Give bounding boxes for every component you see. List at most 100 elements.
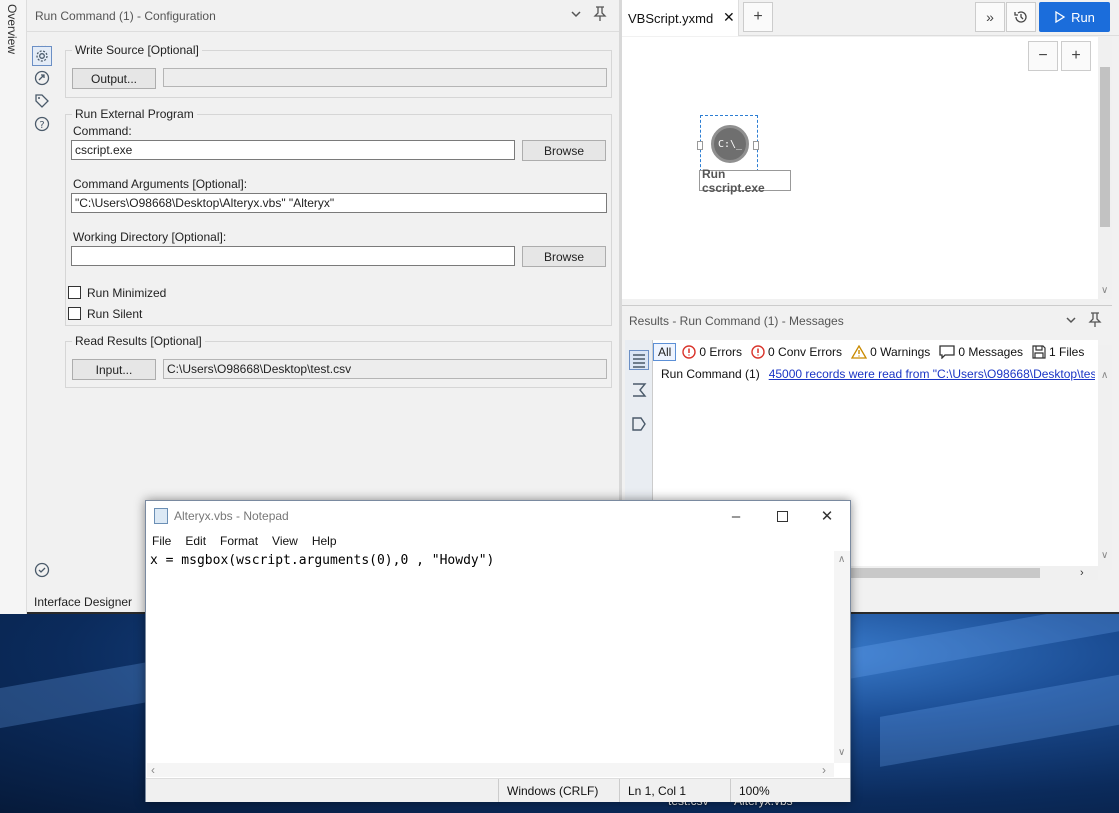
notepad-menubar: File Edit Format View Help (146, 531, 850, 551)
input-anchor[interactable] (697, 141, 703, 150)
close-icon[interactable]: ✕ (723, 9, 735, 26)
chevron-down-icon[interactable]: ∨ (1101, 550, 1108, 561)
connection-icon[interactable] (33, 69, 51, 87)
notepad-title: Alteryx.vbs - Notepad (174, 509, 289, 523)
working-dir-browse-button[interactable]: Browse (522, 246, 606, 267)
label-icon[interactable] (629, 414, 649, 434)
minimize-icon[interactable]: – (726, 506, 746, 526)
menu-edit[interactable]: Edit (185, 534, 206, 548)
tool-caption[interactable]: Run cscript.exe (699, 167, 791, 195)
results-row[interactable]: Run Command (1) 45000 records were read … (655, 365, 1095, 383)
close-icon[interactable]: ✕ (817, 506, 837, 526)
workflow-tabbar: VBScript.yxmd ✕ + » Run (622, 0, 1119, 36)
tab-vbscript-yxmd[interactable]: VBScript.yxmd (622, 0, 739, 36)
notepad-file-icon (154, 508, 168, 524)
plus-icon: + (1071, 47, 1081, 64)
write-source-legend: Write Source [Optional] (72, 43, 202, 57)
output-path-field[interactable] (163, 68, 607, 87)
history-icon (1014, 11, 1027, 23)
add-tab-button[interactable]: + (743, 2, 773, 32)
menu-view[interactable]: View (272, 534, 298, 548)
notepad-vertical-scrollbar[interactable]: ∧ ∨ (834, 551, 850, 763)
notepad-titlebar[interactable]: Alteryx.vbs - Notepad – ✕ (146, 501, 850, 531)
notepad-horizontal-scrollbar[interactable]: ‹ › (147, 763, 834, 777)
working-dir-input[interactable] (71, 246, 515, 266)
help-icon[interactable]: ? (33, 115, 51, 133)
results-filter-bar: All 0 Errors 0 Conv Errors 0 Warnings 0 … (653, 341, 1093, 363)
pin-icon[interactable] (593, 6, 607, 25)
history-button[interactable] (1006, 2, 1036, 32)
run-minimized-checkbox[interactable] (68, 286, 81, 299)
interface-designer-tab[interactable]: Interface Designer (34, 595, 132, 609)
pin-icon[interactable] (1088, 312, 1102, 331)
filter-conv-errors[interactable]: 0 Conv Errors (751, 345, 842, 359)
read-results-group: Read Results [Optional] Input... C:\User… (65, 334, 612, 388)
line-ending-status: Windows (CRLF) (498, 779, 618, 802)
menu-format[interactable]: Format (220, 534, 258, 548)
chevron-right-icon[interactable]: › (822, 763, 826, 777)
scroll-thumb[interactable] (1100, 67, 1110, 227)
chevron-right-icon[interactable]: › (1080, 567, 1084, 579)
input-path-field[interactable]: C:\Users\O98668\Desktop\test.csv (163, 359, 607, 379)
filter-errors[interactable]: 0 Errors (682, 345, 742, 359)
run-button[interactable]: Run (1039, 2, 1110, 32)
command-input[interactable]: cscript.exe (71, 140, 515, 160)
chevron-down-icon[interactable]: ∨ (838, 747, 845, 758)
scroll-thumb[interactable] (850, 568, 1040, 578)
config-title: Run Command (1) - Configuration (35, 8, 216, 23)
messages-count: 0 Messages (958, 345, 1024, 359)
results-horizontal-scrollbar[interactable]: › (850, 566, 1098, 580)
filter-messages[interactable]: 0 Messages (939, 345, 1023, 359)
maximize-icon[interactable] (772, 506, 792, 526)
double-chevron-right-icon: » (986, 9, 994, 25)
tab-label: VBScript.yxmd (628, 10, 714, 26)
plus-icon: + (753, 8, 763, 25)
zoom-out-button[interactable]: − (1028, 41, 1058, 71)
run-silent-checkbox[interactable] (68, 307, 81, 320)
command-args-input[interactable]: "C:\Users\O98668\Desktop\Alteryx.vbs" "A… (71, 193, 607, 213)
sigma-icon[interactable] (629, 380, 649, 400)
zoom-in-button[interactable]: + (1061, 41, 1091, 71)
error-icon (682, 345, 697, 359)
light-beam (840, 614, 1119, 681)
workflow-canvas[interactable]: − + (622, 37, 1098, 299)
light-beam (880, 671, 1119, 767)
row-message-link[interactable]: 45000 records were read from "C:\Users\O… (769, 367, 1095, 381)
chevron-up-icon[interactable]: ∧ (838, 554, 845, 565)
check-circle-icon[interactable] (33, 561, 51, 579)
results-vertical-scrollbar[interactable]: ∧ ∨ (1098, 345, 1112, 570)
chevron-up-icon[interactable]: ∧ (1101, 370, 1108, 381)
warning-icon (851, 345, 868, 359)
notepad-text-area[interactable]: x = msgbox(wscript.arguments(0),0 , "How… (147, 551, 834, 763)
filter-warnings[interactable]: 0 Warnings (851, 345, 930, 359)
filter-files[interactable]: 1 Files (1032, 345, 1084, 359)
chevron-down-icon[interactable] (1065, 314, 1077, 329)
warnings-count: 0 Warnings (870, 345, 931, 359)
input-button[interactable]: Input... (72, 359, 156, 380)
output-anchor[interactable] (753, 141, 759, 150)
minus-icon: − (1038, 47, 1048, 64)
messages-view-icon[interactable] (629, 350, 649, 370)
run-minimized-label[interactable]: Run Minimized (87, 286, 166, 300)
run-silent-label[interactable]: Run Silent (87, 307, 142, 321)
conv-error-icon (751, 345, 765, 359)
chevron-down-icon[interactable] (570, 8, 582, 23)
chevron-left-icon[interactable]: ‹ (151, 763, 155, 777)
overview-label[interactable]: Overview (5, 4, 19, 54)
overview-strip[interactable]: Overview (0, 0, 27, 614)
play-icon (1055, 11, 1066, 23)
filter-all-button[interactable]: All (653, 343, 677, 361)
menu-file[interactable]: File (152, 534, 171, 548)
menu-help[interactable]: Help (312, 534, 337, 548)
run-label: Run (1071, 9, 1095, 25)
chevron-down-icon[interactable]: ∨ (1101, 285, 1108, 296)
run-command-tool-node[interactable]: C:\_ (697, 115, 759, 172)
canvas-vertical-scrollbar[interactable]: ∨ (1098, 37, 1112, 299)
results-header: Results - Run Command (1) - Messages (622, 305, 1112, 335)
command-args-label: Command Arguments [Optional]: (73, 177, 248, 191)
gear-icon[interactable] (32, 46, 52, 66)
output-button[interactable]: Output... (72, 68, 156, 89)
command-browse-button[interactable]: Browse (522, 140, 606, 161)
tag-icon[interactable] (33, 92, 51, 110)
expand-button[interactable]: » (975, 2, 1005, 32)
